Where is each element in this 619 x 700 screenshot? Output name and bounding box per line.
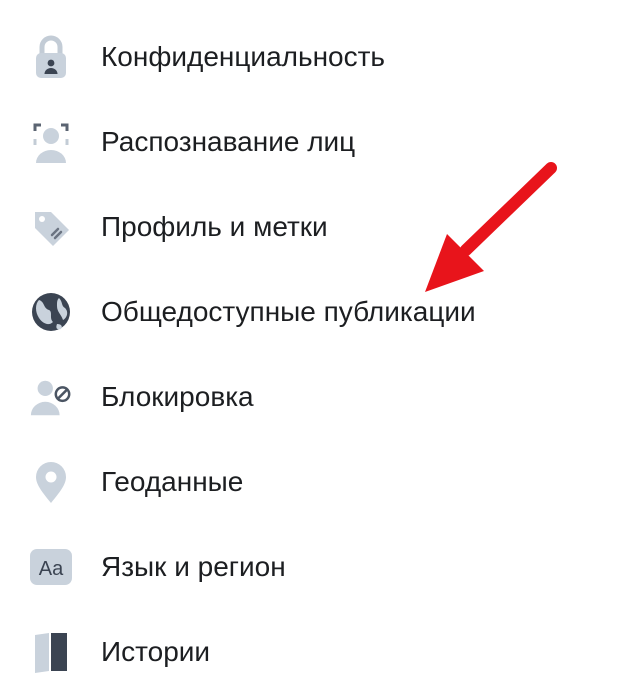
menu-item-public-posts[interactable]: Общедоступные публикации: [0, 275, 619, 349]
menu-item-stories[interactable]: Истории: [0, 615, 619, 689]
lock-icon: [28, 34, 74, 80]
menu-item-label: Геоданные: [101, 466, 244, 497]
menu-item-face-recognition[interactable]: Распознавание лиц: [0, 105, 619, 179]
svg-text:Aa: Aa: [39, 558, 64, 580]
menu-item-label: Конфиденциальность: [101, 41, 386, 72]
location-pin-icon: [28, 459, 74, 505]
menu-item-label: Истории: [101, 636, 211, 667]
language-icon: Aa: [28, 544, 74, 590]
menu-item-geodata[interactable]: Геоданные: [0, 445, 619, 519]
menu-item-label: Профиль и метки: [101, 211, 328, 242]
menu-item-label: Блокировка: [101, 381, 254, 412]
globe-icon: [28, 289, 74, 335]
user-block-icon: [28, 374, 74, 420]
stories-book-icon: [28, 629, 74, 675]
menu-item-label: Распознавание лиц: [101, 126, 356, 157]
menu-item-blocking[interactable]: Блокировка: [0, 360, 619, 434]
face-recognition-icon: [28, 119, 74, 165]
menu-item-label: Язык и регион: [101, 551, 286, 582]
menu-item-language-region[interactable]: Aa Язык и регион: [0, 530, 619, 604]
tag-icon: [28, 204, 74, 250]
menu-item-privacy[interactable]: Конфиденциальность: [0, 20, 619, 94]
settings-menu: Конфиденциальность Распознавание лиц Про…: [0, 0, 619, 700]
menu-item-profile-tags[interactable]: Профиль и метки: [0, 190, 619, 264]
menu-item-label: Общедоступные публикации: [101, 296, 476, 327]
